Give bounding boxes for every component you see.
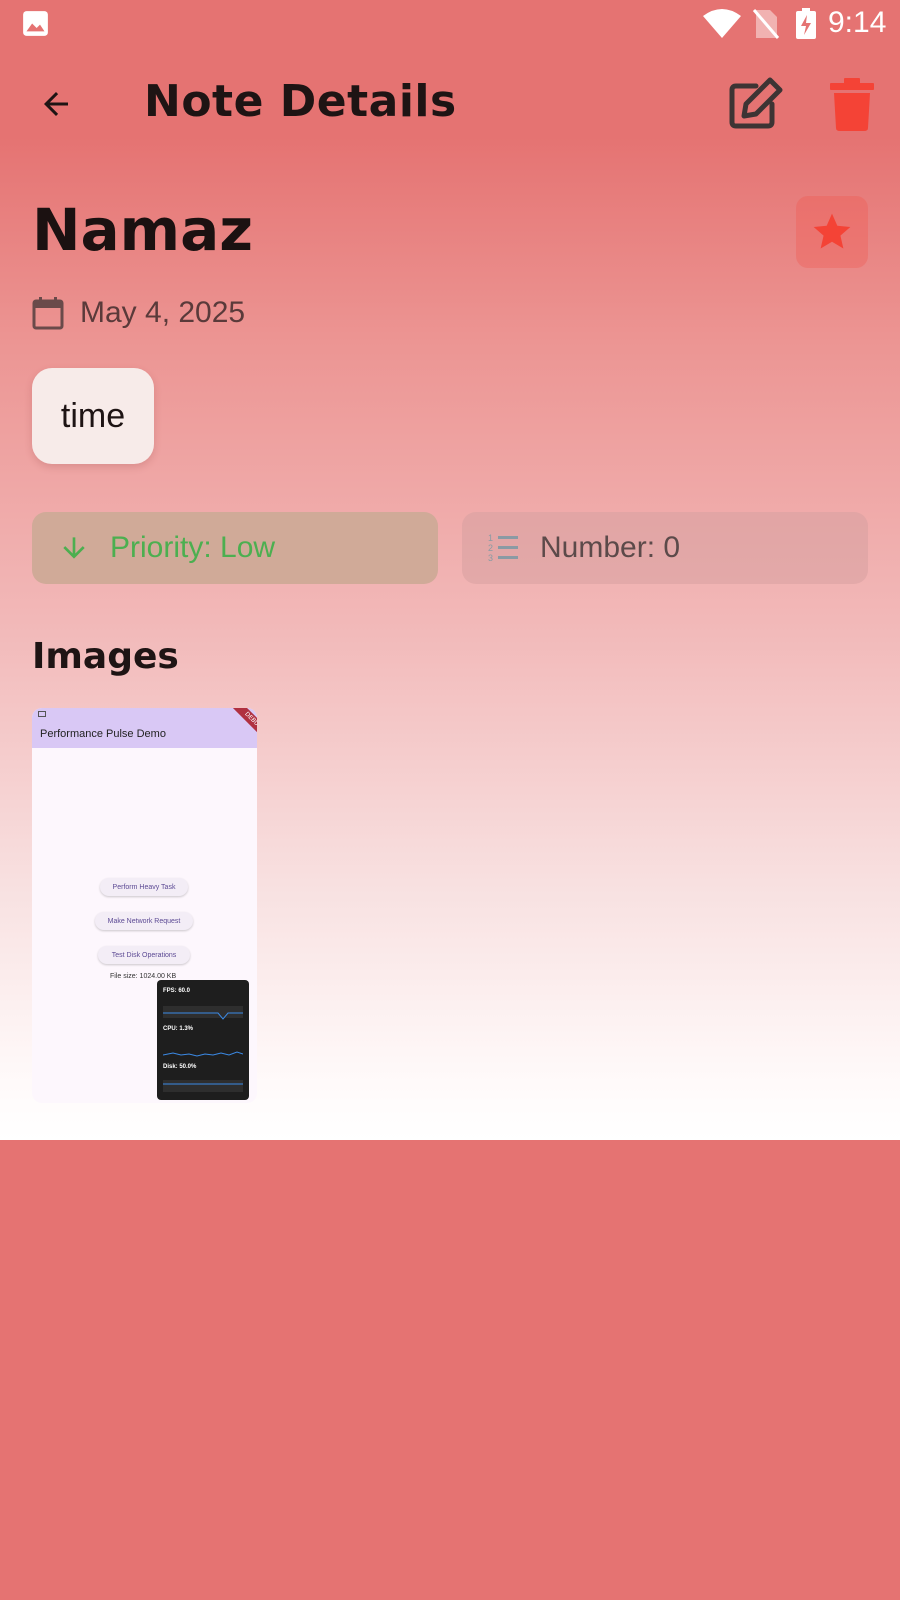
image-thumbnail[interactable]: Performance Pulse Demo DEBUG Perform Hea… [32, 708, 257, 1103]
note-title: Namaz [32, 196, 254, 264]
page-title: Note Details [144, 76, 457, 127]
cpu-graph [162, 1044, 244, 1057]
arrow-down-icon [63, 537, 85, 559]
no-sim-icon [752, 9, 780, 39]
wifi-icon [703, 9, 741, 38]
note-date: May 4, 2025 [80, 296, 246, 329]
image-notification-icon [23, 11, 48, 36]
svg-text:1: 1 [488, 533, 493, 543]
numbered-list-icon: 1 2 3 [488, 533, 518, 563]
tag-chip[interactable]: time [32, 368, 154, 464]
priority-card: Priority: Low [32, 512, 438, 584]
star-icon [813, 213, 851, 249]
edit-button[interactable] [726, 74, 786, 134]
thumbnail-file-size: File size: 1024.00 KB [110, 973, 177, 980]
arrow-back-icon [44, 92, 68, 116]
delete-button[interactable] [826, 76, 878, 132]
calendar-icon [32, 297, 64, 330]
trash-icon [830, 78, 874, 131]
status-bar: 9:14 [0, 0, 900, 48]
battery-charging-icon [796, 8, 816, 39]
images-section-title: Images [32, 636, 179, 677]
number-label: Number: 0 [540, 531, 681, 564]
thumbnail-button: Test Disk Operations [98, 946, 190, 964]
thumbnail-button: Make Network Request [95, 912, 193, 930]
fps-label: FPS: 60.0 [163, 988, 191, 994]
svg-text:3: 3 [488, 553, 493, 563]
disk-graph [163, 1080, 243, 1092]
date-row: May 4, 2025 [32, 296, 245, 330]
cpu-label: CPU: 1.3% [163, 1026, 194, 1032]
thumbnail-status-icon [38, 711, 46, 717]
thumbnail-app-bar: Performance Pulse Demo [32, 708, 257, 748]
performance-overlay: FPS: 60.0 CPU: 1.3% Disk: 50.0% [157, 980, 249, 1100]
app-bar: Note Details [0, 58, 900, 148]
thumbnail-title: Performance Pulse Demo [40, 728, 166, 740]
disk-label: Disk: 50.0% [163, 1064, 197, 1070]
empty-background [0, 1140, 900, 1600]
back-button[interactable] [30, 78, 82, 130]
fps-graph [163, 1006, 243, 1020]
edit-icon [729, 77, 783, 129]
priority-label: Priority: Low [110, 531, 276, 564]
status-time: 9:14 [828, 6, 887, 39]
svg-text:2: 2 [488, 543, 493, 553]
number-card: 1 2 3 Number: 0 [462, 512, 868, 584]
thumbnail-button: Perform Heavy Task [100, 878, 188, 896]
favorite-button[interactable] [796, 196, 868, 268]
